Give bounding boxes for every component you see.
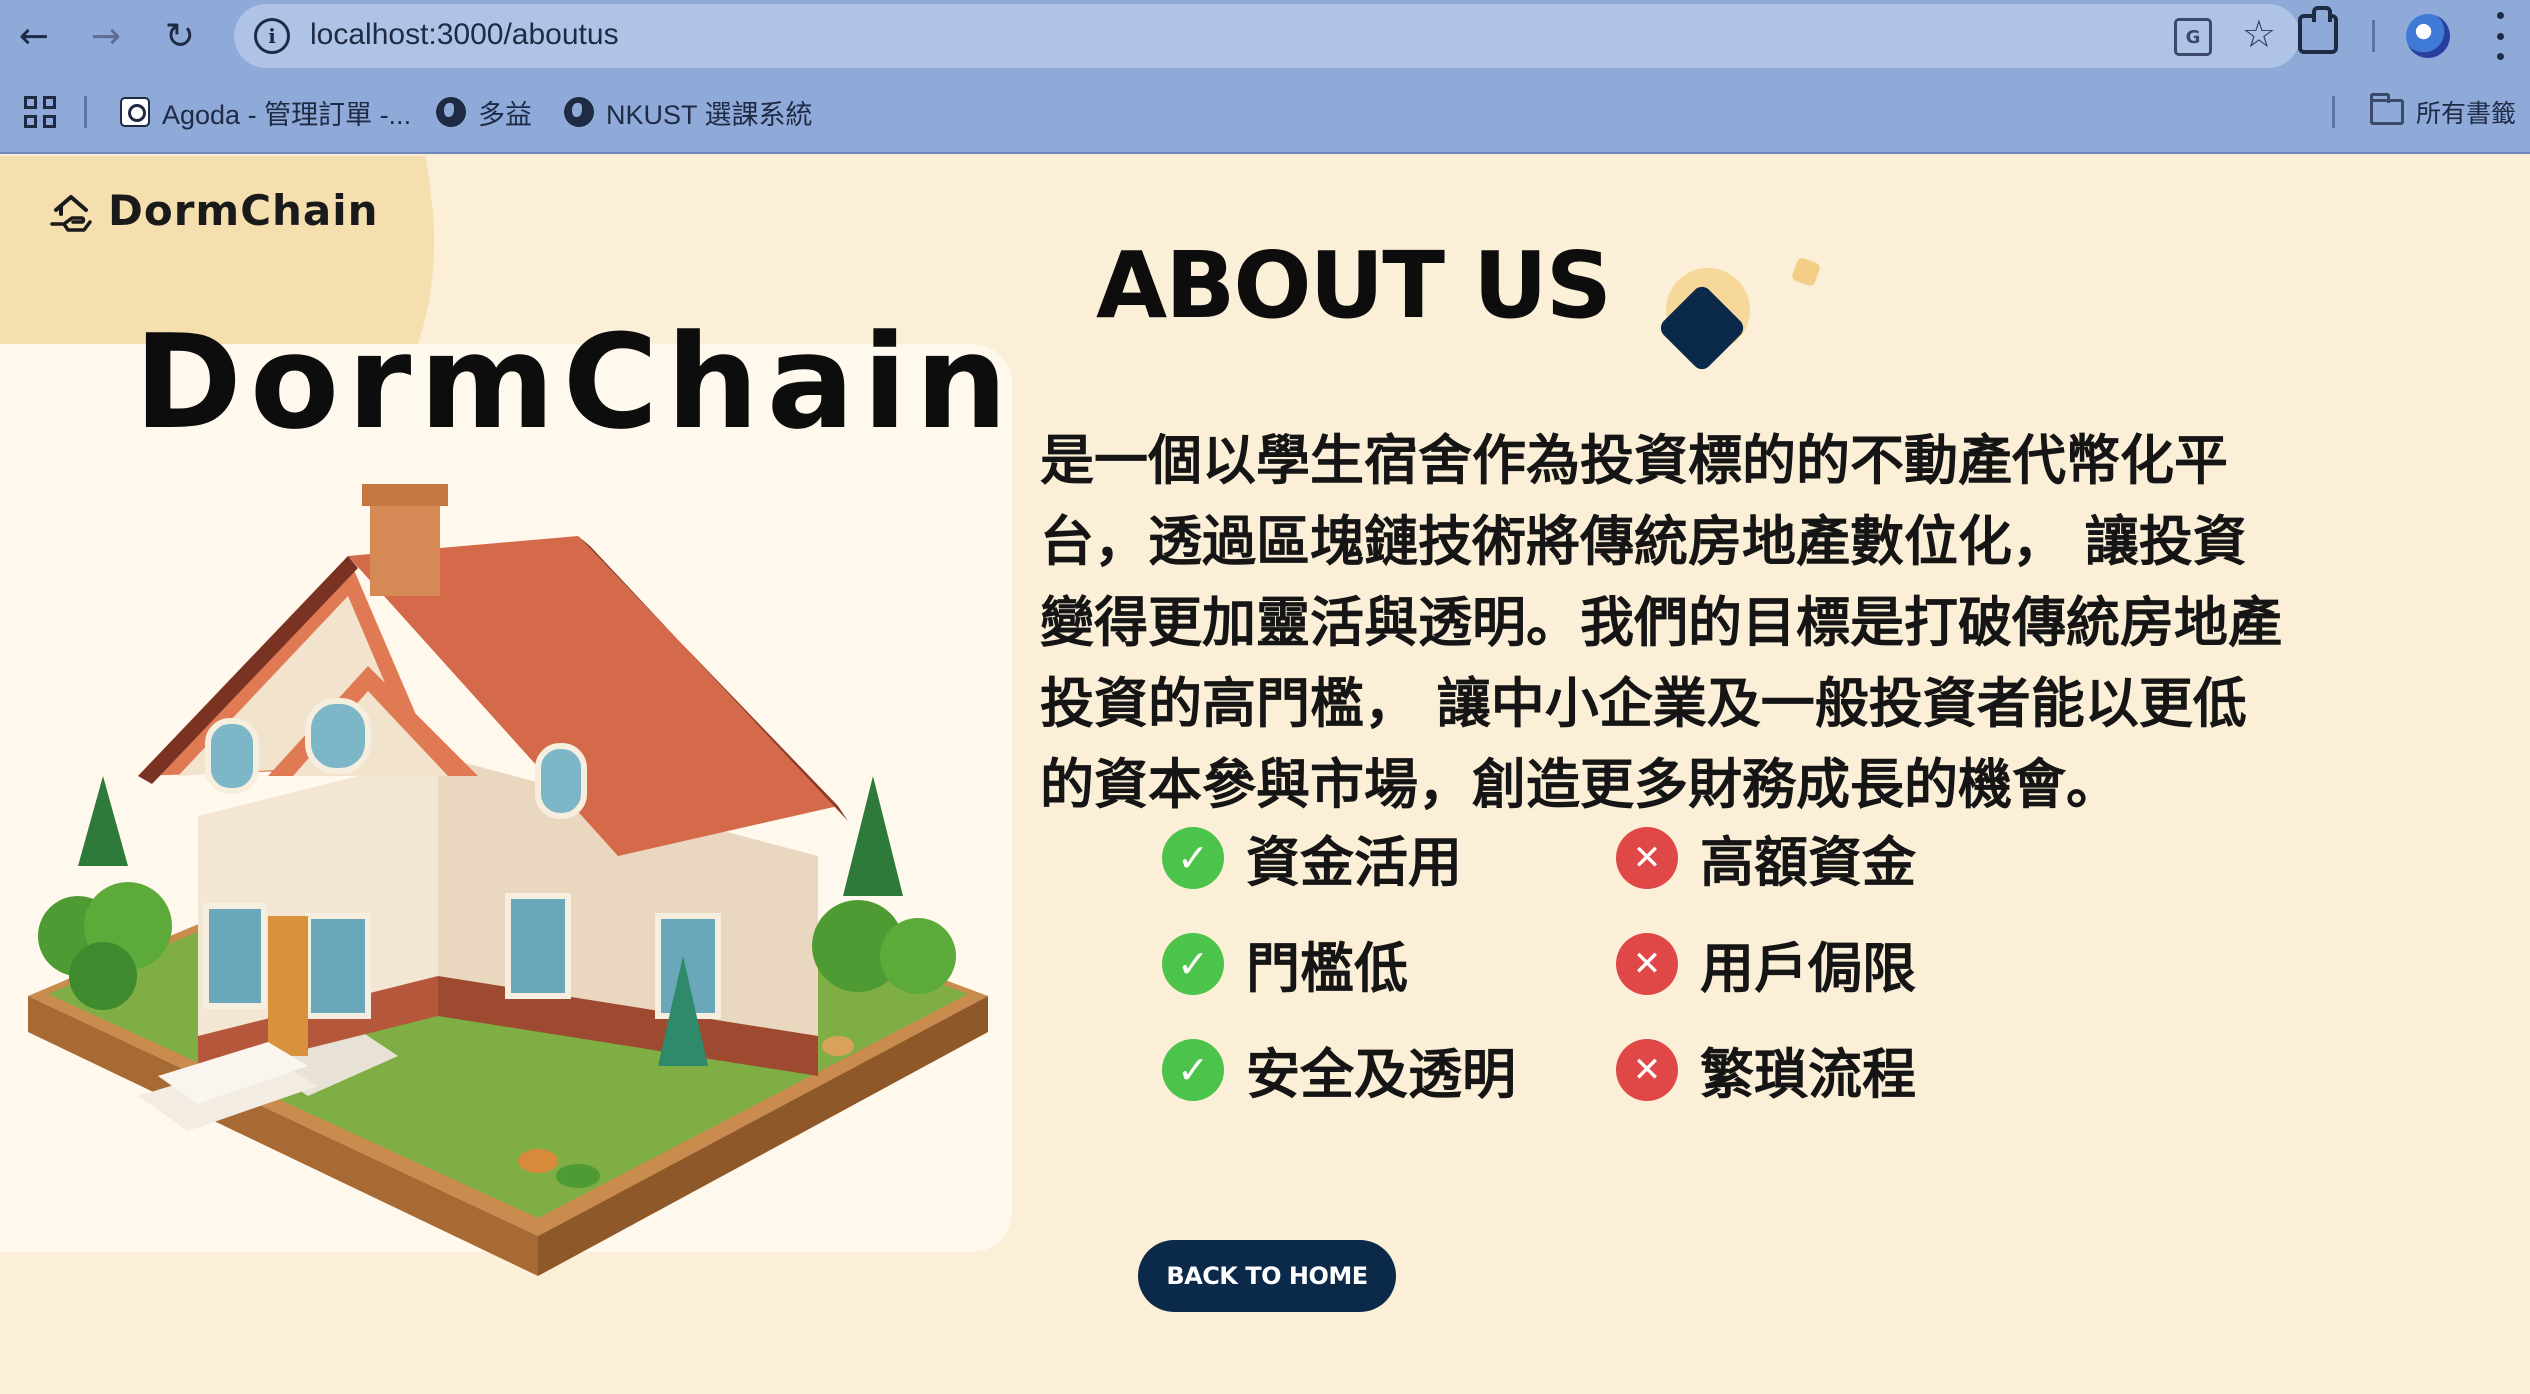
- con-item: ✕ 用戶侷限: [1616, 924, 1916, 1003]
- address-bar[interactable]: i localhost:3000/aboutus G ☆: [234, 4, 2300, 68]
- bookmark-label: 多益: [478, 99, 532, 130]
- cross-icon: ✕: [1616, 1038, 1678, 1101]
- check-icon: ✓: [1162, 1038, 1224, 1101]
- bookmark-label: NKUST 選課系統: [606, 99, 813, 130]
- con-item: ✕ 繁瑣流程: [1616, 1030, 1916, 1109]
- reload-icon[interactable]: ↻: [154, 10, 206, 62]
- folder-icon: [2370, 93, 2404, 125]
- bookmark-toeic[interactable]: 多益: [436, 92, 532, 132]
- hero-title: DormChain: [134, 306, 1016, 458]
- about-description: 是一個以學生宿舍作為投資標的的不動產代幣化平台，透過區塊鏈技術將傳統房地產數位化…: [1040, 429, 2282, 816]
- cross-icon: ✕: [1616, 826, 1678, 889]
- pro-label: 安全及透明: [1246, 1043, 1516, 1106]
- about-page: DormChain DormChain ABOUT US 是一個以學生宿舍作為投…: [0, 156, 2530, 1394]
- globe-icon: [436, 97, 466, 127]
- bookmarks-divider: [2332, 96, 2335, 128]
- pro-label: 門檻低: [1246, 937, 1408, 1000]
- bookmark-label: Agoda - 管理訂單 -...: [162, 99, 412, 130]
- browser-menu-icon[interactable]: [2494, 12, 2506, 60]
- brand-logo[interactable]: DormChain: [48, 186, 379, 235]
- bookmark-star-icon[interactable]: ☆: [2242, 12, 2276, 56]
- globe-icon: [564, 97, 594, 127]
- bookmarks-bar: Agoda - 管理訂單 -... 多益 NKUST 選課系統 所有書籤: [0, 72, 2530, 154]
- about-title: ABOUT US: [1096, 232, 1612, 339]
- house-illustration: [28, 484, 988, 1276]
- pro-item: ✓ 門檻低: [1162, 924, 1408, 1003]
- translate-icon[interactable]: G: [2174, 18, 2212, 56]
- check-icon: ✓: [1162, 826, 1224, 889]
- back-arrow-icon[interactable]: ←: [8, 10, 60, 62]
- pro-item: ✓ 資金活用: [1162, 818, 1462, 897]
- bookmark-agoda[interactable]: Agoda - 管理訂單 -...: [120, 92, 411, 132]
- cross-icon: ✕: [1616, 932, 1678, 995]
- all-bookmarks-label: 所有書籤: [2416, 100, 2517, 128]
- toolbar-divider: [2372, 20, 2375, 52]
- back-to-home-button[interactable]: BACK TO HOME: [1138, 1240, 1396, 1312]
- brand-name: DormChain: [108, 186, 379, 235]
- pro-item: ✓ 安全及透明: [1162, 1030, 1516, 1109]
- feature-comparison: ✓ 資金活用 ✓ 門檻低 ✓ 安全及透明 ✕ 高額資金 ✕ 用戶侷限 ✕ 繁瑣流…: [1162, 818, 1962, 1158]
- con-item: ✕ 高額資金: [1616, 818, 1916, 897]
- bookmarks-divider: [84, 96, 87, 128]
- extensions-icon[interactable]: [2298, 6, 2338, 54]
- bookmark-nkust[interactable]: NKUST 選課系統: [564, 92, 813, 132]
- con-label: 繁瑣流程: [1700, 1043, 1916, 1106]
- site-info-icon[interactable]: i: [254, 18, 290, 54]
- all-bookmarks-button[interactable]: 所有書籤: [2370, 92, 2516, 132]
- forward-arrow-icon[interactable]: →: [80, 10, 132, 62]
- con-label: 高額資金: [1700, 831, 1916, 894]
- profile-avatar-icon[interactable]: [2406, 14, 2450, 58]
- apps-grid-icon[interactable]: [24, 96, 56, 128]
- decorative-dot: [1790, 256, 1822, 288]
- check-icon: ✓: [1162, 932, 1224, 995]
- address-url[interactable]: localhost:3000/aboutus: [310, 18, 619, 52]
- agoda-favicon-icon: [120, 97, 150, 127]
- pro-label: 資金活用: [1246, 831, 1462, 894]
- browser-toolbar: ← → ↻ i localhost:3000/aboutus G ☆: [0, 0, 2530, 72]
- con-label: 用戶侷限: [1700, 937, 1916, 1000]
- house-hand-icon: [48, 188, 94, 234]
